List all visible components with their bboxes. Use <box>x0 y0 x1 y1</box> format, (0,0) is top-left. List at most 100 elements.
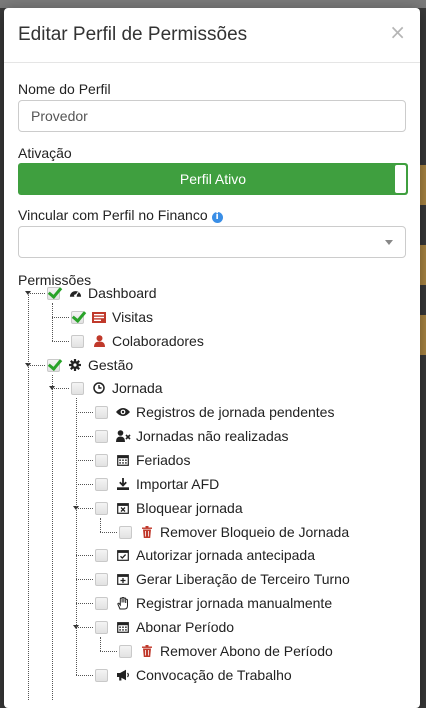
tree-item-label: Importar AFD <box>136 476 220 492</box>
tree-item-label: Colaboradores <box>112 333 204 349</box>
tree-connector <box>76 579 93 580</box>
tree-checkbox[interactable] <box>71 334 84 348</box>
tree-item-remover-abono[interactable]: Remover Abono de Período <box>119 641 333 661</box>
profile-name-label: Nome do Perfil <box>18 81 111 97</box>
finance-link-label: Vincular com Perfil no Financo i <box>18 207 223 223</box>
tree-item-label: Feriados <box>136 452 191 468</box>
tree-item-label: Remover Bloqueio de Jornada <box>160 524 350 540</box>
tree-item-label: Dashboard <box>88 285 157 301</box>
finance-link-label-text: Vincular com Perfil no Financo <box>18 207 208 223</box>
activation-toggle[interactable]: Perfil Ativo <box>18 163 408 195</box>
edit-permission-profile-modal: Editar Perfil de Permissões × Nome do Pe… <box>4 8 420 708</box>
tree-item-registrar[interactable]: Registrar jornada manualmente <box>95 593 332 613</box>
tree-item-feriados[interactable]: Feriados <box>95 450 190 470</box>
tree-checkbox[interactable] <box>95 501 108 515</box>
info-icon[interactable]: i <box>211 212 223 223</box>
tree-connector <box>76 555 93 556</box>
tree-item-label: Registrar jornada manualmente <box>136 595 333 611</box>
tree-checkbox[interactable] <box>119 644 132 658</box>
tree-item-label: Abonar Período <box>136 619 235 635</box>
tree-connector <box>76 460 93 461</box>
tree-item-convocacao[interactable]: Convocação de Trabalho <box>95 665 292 685</box>
tree-checkbox[interactable] <box>119 525 132 539</box>
tree-item-label: Jornadas não realizadas <box>136 428 289 444</box>
user-x-icon <box>115 430 131 442</box>
tree-item-gerar[interactable]: Gerar Liberação de Terceiro Turno <box>95 569 350 589</box>
tree-connector <box>52 375 53 700</box>
megaphone-icon <box>115 669 131 681</box>
tree-connector <box>100 532 117 533</box>
tree-checkbox[interactable] <box>95 548 108 562</box>
tree-checkbox[interactable] <box>71 310 84 324</box>
tree-connector <box>100 518 101 532</box>
user-icon <box>91 335 107 347</box>
clock-icon <box>91 382 107 394</box>
modal-title: Editar Perfil de Permissões <box>18 24 248 45</box>
tree-item-nao-realizadas[interactable]: Jornadas não realizadas <box>95 426 289 446</box>
tree-item-jornada[interactable]: Jornada <box>71 378 163 398</box>
tree-item-abonar[interactable]: Abonar Período <box>95 617 234 637</box>
tree-checkbox[interactable] <box>95 453 108 467</box>
backdrop-top-bar <box>0 0 426 8</box>
hand-icon <box>115 596 131 610</box>
tree-item-label: Registros de jornada pendentes <box>136 404 335 420</box>
tree-item-bloquear[interactable]: Bloquear jornada <box>95 498 243 518</box>
tree-item-visitas[interactable]: Visitas <box>71 307 153 327</box>
tree-checkbox[interactable] <box>47 286 60 300</box>
download-icon <box>115 478 131 490</box>
tree-item-label: Jornada <box>112 380 163 396</box>
chevron-down-icon <box>385 240 393 245</box>
tree-connector <box>76 603 93 604</box>
tree-item-colaboradores[interactable]: Colaboradores <box>71 331 204 351</box>
tree-item-importar[interactable]: Importar AFD <box>95 474 219 494</box>
tree-item-remover-bloqueio[interactable]: Remover Bloqueio de Jornada <box>119 522 349 542</box>
tree-connector <box>76 675 93 676</box>
tree-item-label: Visitas <box>112 309 153 325</box>
tree-checkbox[interactable] <box>95 477 108 491</box>
tree-checkbox[interactable] <box>95 596 108 610</box>
tree-checkbox[interactable] <box>95 668 108 682</box>
visitas-icon <box>91 311 107 323</box>
tree-item-label: Bloquear jornada <box>136 500 243 516</box>
tree-checkbox[interactable] <box>95 620 108 634</box>
tree-item-gestao[interactable]: Gestão <box>47 355 133 375</box>
calendar-icon <box>115 454 131 466</box>
tree-checkbox[interactable] <box>95 429 108 443</box>
tree-connector <box>76 484 93 485</box>
trash-icon <box>139 645 155 657</box>
tree-item-autorizar[interactable]: Autorizar jornada antecipada <box>95 545 315 565</box>
close-button[interactable]: × <box>389 20 406 44</box>
tree-connector <box>76 436 93 437</box>
modal-header: Editar Perfil de Permissões × <box>4 8 420 63</box>
tree-item-label: Remover Abono de Período <box>160 643 333 659</box>
tree-item-label: Gerar Liberação de Terceiro Turno <box>136 571 350 587</box>
dashboard-icon <box>67 287 83 299</box>
calendar-plus-icon <box>115 573 131 585</box>
tree-item-label: Convocação de Trabalho <box>136 667 292 683</box>
finance-profile-select[interactable] <box>18 226 406 258</box>
tree-connector <box>100 651 117 652</box>
tree-connector <box>76 412 93 413</box>
tree-item-label: Gestão <box>88 357 134 373</box>
tree-item-registros[interactable]: Registros de jornada pendentes <box>95 402 334 422</box>
profile-name-input[interactable]: Provedor <box>18 100 406 132</box>
tree-connector <box>28 293 29 700</box>
activation-label: Ativação <box>18 145 72 161</box>
calendar-x-icon <box>115 502 131 514</box>
trash-icon <box>139 526 155 538</box>
gear-icon <box>67 359 83 371</box>
eye-icon <box>115 407 131 417</box>
tree-checkbox[interactable] <box>95 572 108 586</box>
calendar-check-icon <box>115 549 131 561</box>
tree-item-dashboard[interactable]: Dashboard <box>47 283 157 303</box>
tree-checkbox[interactable] <box>95 405 108 419</box>
tree-connector <box>76 398 77 675</box>
tree-connector <box>52 303 53 341</box>
toggle-handle[interactable] <box>395 165 406 193</box>
calendar-icon <box>115 621 131 633</box>
tree-connector <box>52 317 69 318</box>
tree-checkbox[interactable] <box>47 358 60 372</box>
tree-checkbox[interactable] <box>71 381 84 395</box>
tree-connector <box>100 637 101 651</box>
tree-item-label: Autorizar jornada antecipada <box>136 547 316 563</box>
